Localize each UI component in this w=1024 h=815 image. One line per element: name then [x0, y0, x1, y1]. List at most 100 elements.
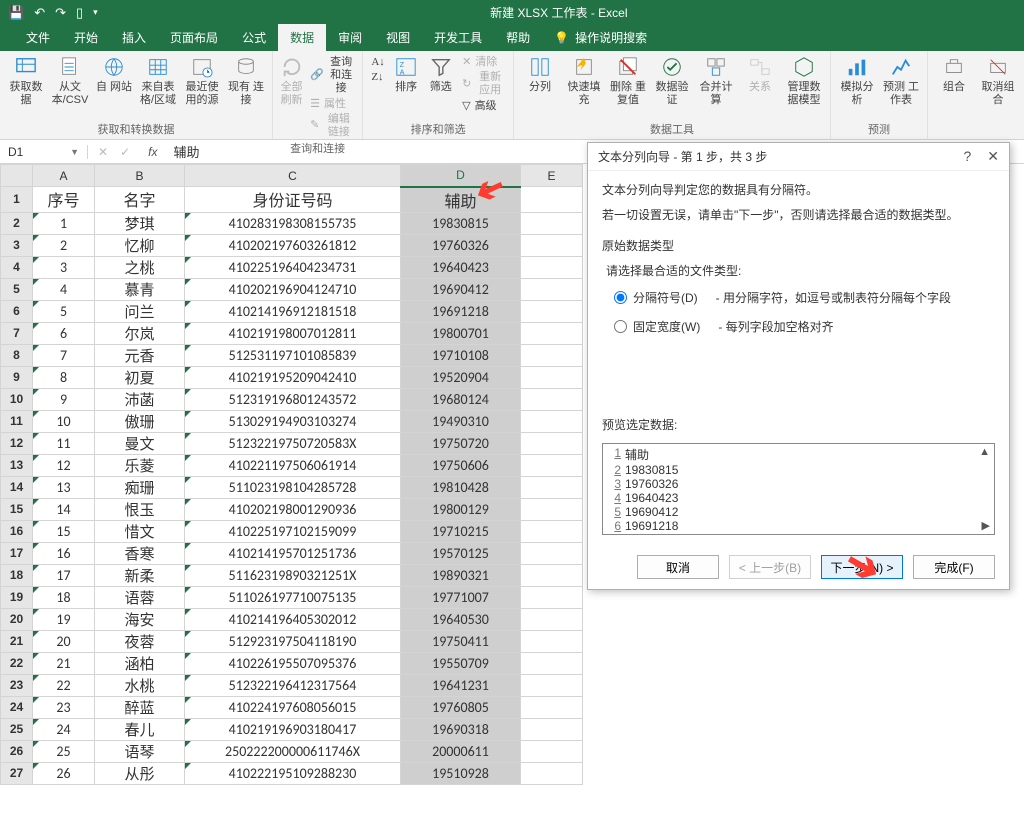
cell[interactable]: 5 — [33, 300, 95, 322]
cell[interactable]: 4 — [33, 278, 95, 300]
row-header[interactable]: 26 — [1, 740, 33, 762]
flash-fill-button[interactable]: 快速填充 — [564, 55, 604, 107]
radio-delimited[interactable]: 分隔符号(D) - 用分隔字符，如逗号或制表符分隔每个字段 — [614, 287, 995, 308]
finish-button[interactable]: 完成(F) — [913, 555, 995, 579]
cell[interactable] — [521, 674, 583, 696]
cell[interactable]: 410214196405302012 — [185, 608, 401, 630]
existing-conn-button[interactable]: 现有 连接 — [226, 55, 266, 107]
cell[interactable]: 19490310 — [401, 410, 521, 432]
cell[interactable]: 11 — [33, 432, 95, 454]
row-header[interactable]: 7 — [1, 322, 33, 344]
cell[interactable]: 410225196404234731 — [185, 256, 401, 278]
cell[interactable]: 问兰 — [95, 300, 185, 322]
cell[interactable]: 惜文 — [95, 520, 185, 542]
whatif-button[interactable]: 模拟分析 — [837, 55, 877, 107]
cell[interactable]: 19690412 — [401, 278, 521, 300]
col-header-a[interactable]: A — [33, 165, 95, 187]
cell[interactable]: 19680124 — [401, 388, 521, 410]
tab-help[interactable]: 帮助 — [494, 24, 542, 51]
row-header[interactable]: 27 — [1, 762, 33, 784]
cell[interactable]: 512923197504118190 — [185, 630, 401, 652]
cell[interactable] — [521, 432, 583, 454]
cell[interactable] — [521, 498, 583, 520]
cell[interactable]: 19771007 — [401, 586, 521, 608]
tab-home[interactable]: 开始 — [62, 24, 110, 51]
row-header[interactable]: 5 — [1, 278, 33, 300]
queries-connections-button[interactable]: 🔗查询和连接 — [308, 55, 356, 97]
cell[interactable]: 512531197101085839 — [185, 344, 401, 366]
cell[interactable]: 410219198007012811 — [185, 322, 401, 344]
cell[interactable]: 410202198001290936 — [185, 498, 401, 520]
cell[interactable]: 410221197506061914 — [185, 454, 401, 476]
cell[interactable]: 51232219750720583X — [185, 432, 401, 454]
tab-formula[interactable]: 公式 — [230, 24, 278, 51]
help-icon[interactable]: ? — [963, 148, 971, 165]
row-header[interactable]: 12 — [1, 432, 33, 454]
cell[interactable] — [521, 366, 583, 388]
from-csv-button[interactable]: 从文 本/CSV — [50, 55, 90, 107]
cell[interactable]: 23 — [33, 696, 95, 718]
cell[interactable]: 19520904 — [401, 366, 521, 388]
refresh-all-button[interactable]: 全部刷新 — [279, 55, 304, 107]
cell[interactable]: 沛菡 — [95, 388, 185, 410]
cell[interactable]: 海安 — [95, 608, 185, 630]
cell[interactable]: 22 — [33, 674, 95, 696]
cell[interactable] — [521, 476, 583, 498]
cell[interactable]: 410202197603261812 — [185, 234, 401, 256]
cell[interactable]: 19690318 — [401, 718, 521, 740]
sort-za-button[interactable]: Z↓ — [369, 70, 385, 85]
cell[interactable] — [521, 696, 583, 718]
cell[interactable] — [521, 300, 583, 322]
row-header[interactable]: 4 — [1, 256, 33, 278]
cell[interactable]: 痴珊 — [95, 476, 185, 498]
cell[interactable]: 24 — [33, 718, 95, 740]
undo-icon[interactable]: ↶ — [34, 5, 45, 21]
row-header[interactable]: 25 — [1, 718, 33, 740]
cell[interactable]: 410224197608056015 — [185, 696, 401, 718]
cell[interactable]: 辅助 — [401, 187, 521, 213]
cell[interactable]: 8 — [33, 366, 95, 388]
cell[interactable]: 512322196412317564 — [185, 674, 401, 696]
cell[interactable]: 新柔 — [95, 564, 185, 586]
col-header-c[interactable]: C — [185, 165, 401, 187]
cell[interactable]: 涵柏 — [95, 652, 185, 674]
row-header[interactable]: 21 — [1, 630, 33, 652]
cell[interactable]: 7 — [33, 344, 95, 366]
cell[interactable]: 19890321 — [401, 564, 521, 586]
cell[interactable]: 410219195209042410 — [185, 366, 401, 388]
cell[interactable] — [521, 740, 583, 762]
cell[interactable]: 初夏 — [95, 366, 185, 388]
tab-review[interactable]: 审阅 — [326, 24, 374, 51]
cell[interactable]: 25 — [33, 740, 95, 762]
cell[interactable]: 20 — [33, 630, 95, 652]
tab-view[interactable]: 视图 — [374, 24, 422, 51]
cell[interactable]: 慕青 — [95, 278, 185, 300]
cell[interactable]: 10 — [33, 410, 95, 432]
cell[interactable]: 19750411 — [401, 630, 521, 652]
cell[interactable]: 19 — [33, 608, 95, 630]
close-icon[interactable]: ✕ — [987, 148, 999, 165]
row-header[interactable]: 2 — [1, 212, 33, 234]
remove-duplicates-button[interactable]: 删除 重复值 — [608, 55, 648, 107]
cell[interactable] — [521, 630, 583, 652]
advanced-filter-button[interactable]: ▽高级 — [460, 99, 498, 114]
row-header[interactable]: 19 — [1, 586, 33, 608]
cell[interactable]: 9 — [33, 388, 95, 410]
cell[interactable]: 19760326 — [401, 234, 521, 256]
cell[interactable]: 夜蓉 — [95, 630, 185, 652]
row-header[interactable]: 8 — [1, 344, 33, 366]
cell[interactable]: 水桃 — [95, 674, 185, 696]
col-header-b[interactable]: B — [95, 165, 185, 187]
radio-fixed-width[interactable]: 固定宽度(W) - 每列字段加空格对齐 — [614, 316, 995, 337]
cell[interactable]: 3 — [33, 256, 95, 278]
cell[interactable]: 410283198308155735 — [185, 212, 401, 234]
cell[interactable]: 之桃 — [95, 256, 185, 278]
row-header[interactable]: 13 — [1, 454, 33, 476]
select-all-corner[interactable] — [1, 165, 33, 187]
data-model-button[interactable]: 管理数 据模型 — [784, 55, 824, 107]
scroll-right-icon[interactable]: ▶ — [982, 519, 990, 532]
row-header[interactable]: 23 — [1, 674, 33, 696]
cell[interactable]: 19760805 — [401, 696, 521, 718]
cell[interactable]: 醉蓝 — [95, 696, 185, 718]
cell[interactable]: 16 — [33, 542, 95, 564]
